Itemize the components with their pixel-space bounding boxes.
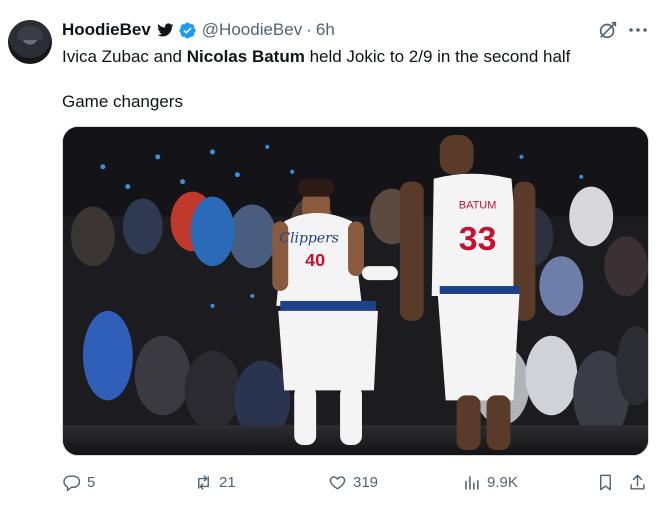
tweet-header: HoodieBev @HoodieBev · 6h bbox=[62, 18, 335, 42]
author-name[interactable]: HoodieBev bbox=[62, 20, 151, 40]
tweet-text-bold: Nicolas Batum bbox=[186, 47, 305, 66]
reply-button[interactable]: 5 bbox=[62, 470, 95, 494]
share-button[interactable] bbox=[628, 470, 647, 494]
views-count: 9.9K bbox=[487, 473, 518, 491]
jersey-number-40: 40 bbox=[305, 250, 325, 270]
jersey-number-33: 33 bbox=[459, 220, 497, 258]
views-button[interactable]: 9.9K bbox=[462, 470, 518, 494]
tweet-text-line1: Ivica Zubac and Nicolas Batum held Jokic… bbox=[62, 46, 570, 68]
tweet-text-line2: Game changers bbox=[62, 92, 183, 111]
repost-icon bbox=[198, 474, 209, 490]
more-icon[interactable] bbox=[627, 22, 649, 38]
like-count: 319 bbox=[353, 473, 379, 491]
action-bar: 5 21 319 9.9K bbox=[62, 470, 650, 494]
tweet-text-part2: held Jokic to 2/9 in the second half bbox=[304, 47, 571, 66]
reply-count: 5 bbox=[87, 473, 96, 491]
jersey-team-label: Clippers bbox=[279, 230, 339, 246]
share-icon bbox=[630, 474, 645, 490]
separator-dot: · bbox=[306, 20, 312, 39]
reply-icon bbox=[63, 474, 81, 491]
twitter-bird-icon bbox=[157, 23, 174, 37]
repost-count: 21 bbox=[219, 473, 236, 491]
tweet-text-part1: Ivica Zubac and bbox=[62, 47, 187, 66]
grok-icon[interactable] bbox=[597, 19, 619, 41]
avatar[interactable] bbox=[8, 20, 52, 64]
repost-button[interactable]: 21 bbox=[194, 470, 236, 494]
timestamp[interactable]: 6h bbox=[316, 20, 335, 40]
verified-icon bbox=[179, 22, 196, 38]
basketball-scene: Clippers 40 BATUM 33 bbox=[63, 127, 648, 455]
bookmark-button[interactable] bbox=[596, 470, 615, 494]
views-icon bbox=[465, 475, 479, 490]
like-button[interactable]: 319 bbox=[328, 470, 378, 494]
author-handle[interactable]: @HoodieBev bbox=[202, 20, 302, 40]
tweet[interactable]: HoodieBev @HoodieBev · 6h Ivica Zubac an… bbox=[0, 0, 660, 509]
like-icon bbox=[329, 475, 346, 490]
tweet-photo[interactable]: Clippers 40 BATUM 33 bbox=[62, 126, 649, 456]
bookmark-icon bbox=[600, 474, 611, 490]
jersey-name-label: BATUM bbox=[459, 200, 497, 212]
